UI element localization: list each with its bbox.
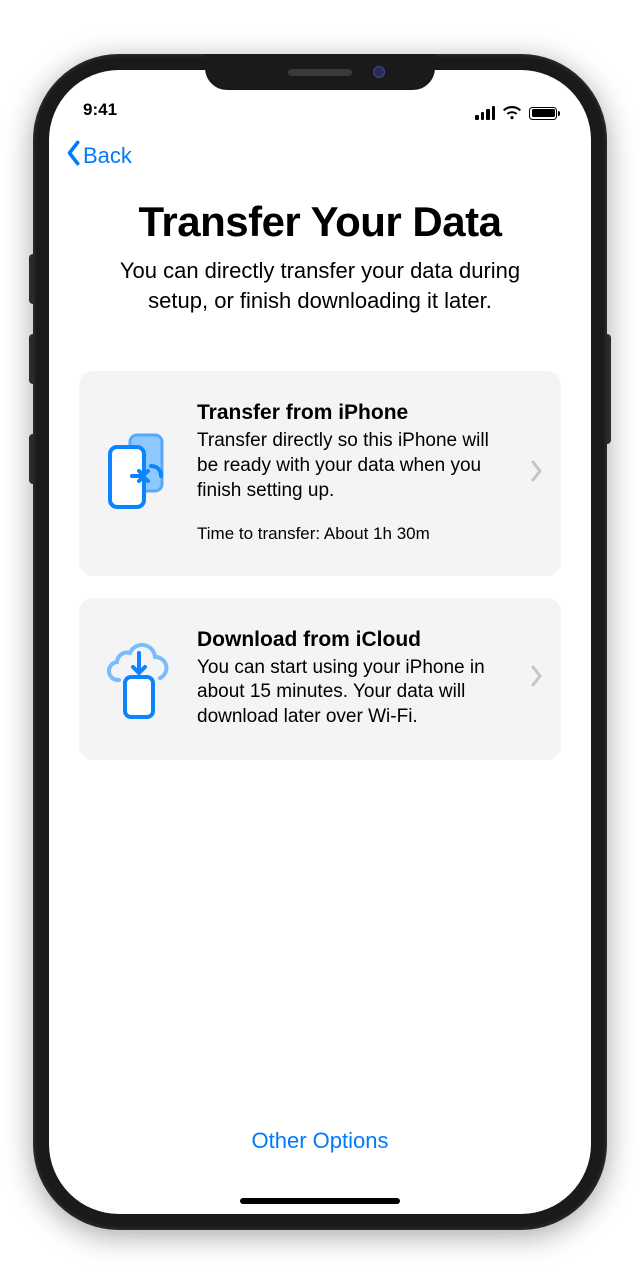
back-button[interactable]: Back [65, 140, 132, 172]
option-title: Transfer from iPhone [197, 401, 511, 425]
device-frame: 9:41 Back [33, 54, 607, 1230]
page-title: Transfer Your Data [79, 198, 561, 246]
battery-icon [529, 107, 557, 120]
option-download-from-icloud[interactable]: Download from iCloud You can start using… [79, 598, 561, 760]
screen: 9:41 Back [49, 70, 591, 1214]
option-title: Download from iCloud [197, 628, 511, 652]
option-body: You can start using your iPhone in about… [197, 656, 511, 730]
cloud-download-icon [103, 631, 175, 726]
page-subtitle: You can directly transfer your data duri… [79, 256, 561, 315]
back-label: Back [83, 143, 132, 169]
chevron-left-icon [65, 140, 81, 172]
home-indicator[interactable] [240, 1198, 400, 1204]
chevron-right-icon [531, 460, 543, 487]
phone-transfer-icon [104, 431, 174, 516]
cellular-icon [475, 106, 495, 120]
other-options-link[interactable]: Other Options [79, 1104, 561, 1198]
option-footnote: Time to transfer: About 1h 30m [197, 523, 511, 545]
wifi-icon [502, 106, 522, 120]
device-notch [205, 54, 435, 90]
chevron-right-icon [531, 665, 543, 692]
option-transfer-from-iphone[interactable]: Transfer from iPhone Transfer directly s… [79, 371, 561, 575]
option-body: Transfer directly so this iPhone will be… [197, 429, 511, 503]
status-time: 9:41 [83, 100, 117, 120]
